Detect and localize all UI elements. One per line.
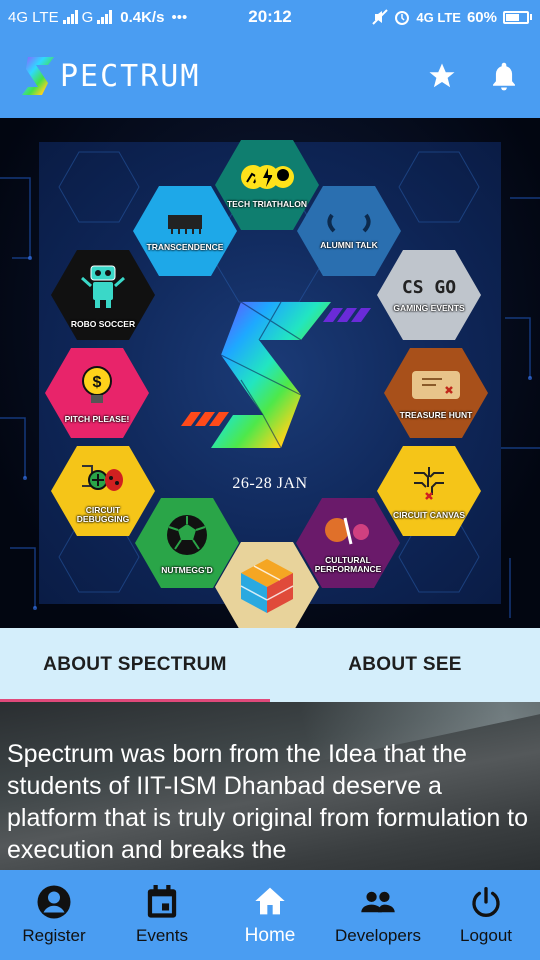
status-right: 4G LTE 60% [372,9,532,26]
account-circle-icon [36,884,72,920]
circuit-brain-icon [406,463,452,508]
svg-text:$: $ [93,374,102,391]
bell-icon [493,62,515,91]
favorites-button[interactable] [426,60,458,92]
treasure-map-icon [408,367,464,408]
more-notifications-icon: ••• [171,8,188,26]
csgo-logo-text: CS GO [401,277,457,299]
spectrum-logo: PECTRUM [20,55,200,97]
football-icon [164,512,210,563]
tab-label: ABOUT SPECTRUM [43,654,227,675]
microchip-icon [160,211,210,240]
lightbulb-dollar-icon: $ [77,363,117,412]
tab-about-see[interactable]: ABOUT SEE [270,628,540,702]
spectrum-s-logo-icon [22,57,54,95]
hex-label: ALUMNI TALK [320,239,378,250]
nav-home[interactable]: Home [216,870,324,960]
nav-label: Events [136,926,188,945]
nav-label: Register [22,926,86,945]
network-mid-label: G [81,8,94,26]
spectrum-poster: 26-28 JAN TECH TRIATHALON ALUMNI TALK CS… [39,140,501,628]
hex-label: PITCH PLEASE! [64,413,130,424]
laurel-wreath-icon [324,213,374,238]
battery-icon [503,10,532,24]
event-banner[interactable]: 26-28 JAN TECH TRIATHALON ALUMNI TALK CS… [0,118,540,628]
hex-label: GAMING EVENTS [393,303,465,314]
nav-label: Developers [335,926,421,945]
central-spectrum-s-icon [181,301,371,449]
tech-triathalon-icon [239,162,295,197]
logo-wordmark: PECTRUM [60,58,201,94]
hex-label: TECH TRIATHALON [226,198,308,209]
app-screen: 4G LTE G 0.4K/s ••• 20:12 4G LTE 60% PEC… [0,0,540,960]
nav-logout[interactable]: Logout [432,870,540,960]
about-text: Spectrum was born from the Idea that the… [7,740,529,864]
hex-label: ROBO SOCCER [70,318,136,329]
tab-about-spectrum[interactable]: ABOUT SPECTRUM [0,628,270,702]
tab-label: ABOUT SEE [348,654,462,675]
bottom-navigation: Register Events Home Developers Logout [0,870,540,960]
app-bar-actions [426,60,520,92]
people-icon [360,884,396,920]
nav-label: Logout [460,926,512,945]
hex-label: TREASURE HUNT [399,409,473,420]
signal-strength-icon [97,10,113,24]
robot-icon [80,262,126,317]
nav-developers[interactable]: Developers [324,870,432,960]
nav-events[interactable]: Events [108,870,216,960]
alarm-icon [395,11,410,25]
status-left: 4G LTE G 0.4K/s ••• [8,9,187,26]
hex-label: TRANSCENDENCE [146,241,224,252]
notifications-button[interactable] [488,60,520,92]
nav-label: Home [244,925,296,946]
star-icon [429,63,455,88]
about-content[interactable]: Spectrum was born from the Idea that the… [0,702,540,870]
hex-label: CIRCUIT DEBUGGING [76,505,130,524]
nav-register[interactable]: Register [0,870,108,960]
home-icon [254,883,286,919]
hex-label: NUTMEGG'D [161,564,213,575]
calendar-icon [146,884,178,920]
hex-label: CIRCUIT CANVAS [392,509,466,520]
status-bar: 4G LTE G 0.4K/s ••• 20:12 4G LTE 60% [0,0,540,34]
app-bar: PECTRUM [0,34,540,118]
network-right-label: 4G LTE [416,9,461,25]
guitar-performer-icon [323,512,373,553]
network-speed: 0.4K/s [120,8,165,26]
about-tabs: ABOUT SPECTRUM ABOUT SEE [0,628,540,702]
circuit-bug-icon [78,458,128,503]
hex-label: CULTURAL PERFORMANCE [314,555,382,574]
battery-percent: 60% [466,8,497,26]
see-cube-icon [237,555,297,620]
power-icon [470,884,502,920]
network-left-label: 4G LTE [8,8,59,26]
mute-icon [372,9,389,25]
signal-strength-icon [62,10,78,24]
